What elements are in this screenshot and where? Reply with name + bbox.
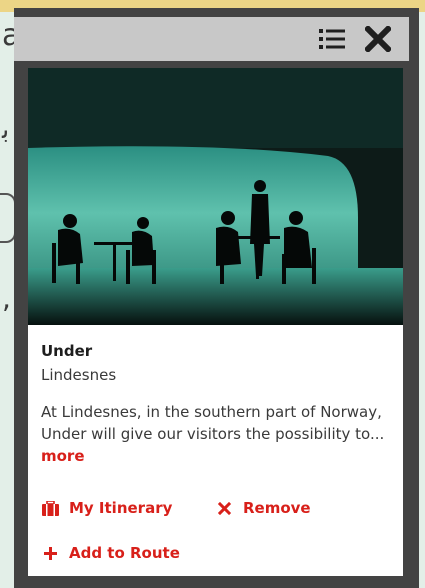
popup-body: Under Lindesnes At Lindesnes, in the sou… [28,68,403,576]
remove-x-icon [215,499,233,517]
popup-header [14,17,409,61]
place-description: At Lindesnes, in the southern part of No… [41,401,396,467]
remove-button[interactable]: Remove [215,499,311,517]
my-itinerary-label: My Itinerary [69,499,173,517]
place-photo [28,68,403,325]
more-link[interactable]: more [41,447,85,465]
place-title: Under [41,342,93,360]
suitcase-icon [41,499,59,517]
background-text: ﺑ [2,115,10,145]
my-itinerary-button[interactable]: My Itinerary [41,499,172,517]
close-icon[interactable] [358,17,398,61]
add-to-route-button[interactable]: Add to Route [41,544,180,562]
add-to-route-label: Add to Route [69,544,180,562]
background-text: , [2,282,11,315]
remove-label: Remove [243,499,311,517]
description-text: At Lindesnes, in the southern part of No… [41,403,385,443]
place-location: Lindesnes [41,366,117,384]
plus-icon [41,544,59,562]
list-icon[interactable] [314,17,350,61]
